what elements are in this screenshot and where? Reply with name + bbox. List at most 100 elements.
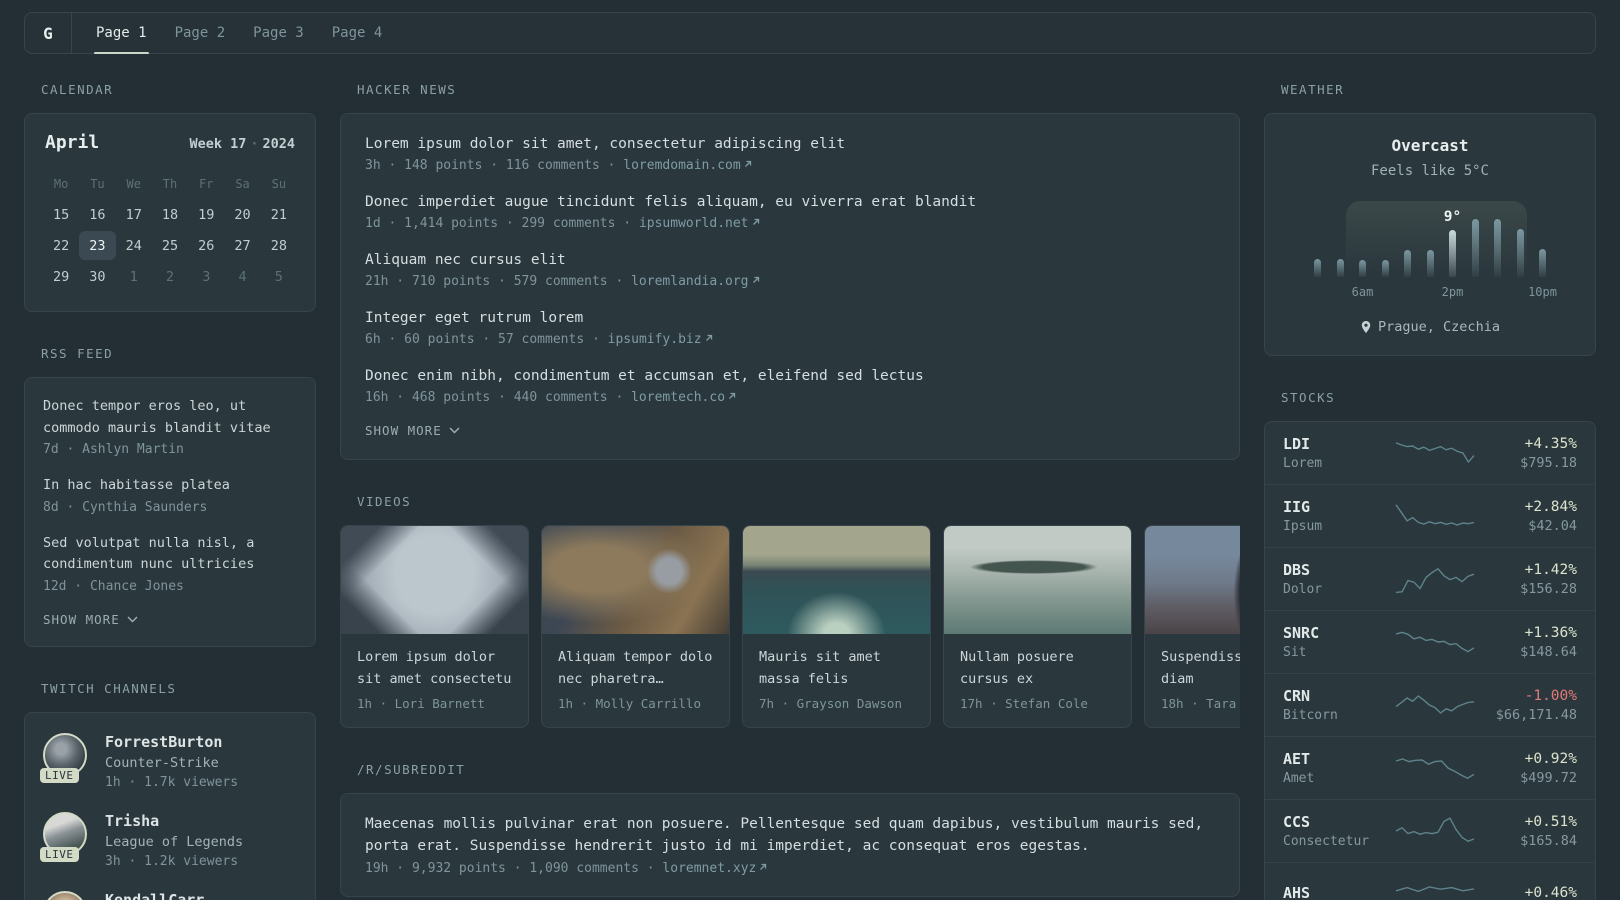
- stock-change: +4.35%: [1524, 435, 1577, 452]
- calendar-day[interactable]: 17: [116, 200, 152, 229]
- calendar-day[interactable]: 16: [79, 200, 115, 229]
- external-link-icon: [752, 276, 759, 284]
- app-logo[interactable]: G: [25, 13, 72, 53]
- calendar-day[interactable]: 2: [152, 262, 188, 291]
- reddit-post-title[interactable]: Maecenas mollis pulvinar erat non posuer…: [365, 814, 1215, 858]
- weather-time-label: 2pm: [1441, 285, 1464, 299]
- stock-symbol[interactable]: SNRC: [1283, 624, 1387, 642]
- hn-item-domain[interactable]: loremdomain.com: [623, 158, 740, 173]
- hn-item-domain[interactable]: ipsumify.biz: [608, 332, 702, 347]
- video-title[interactable]: Suspendissediam: [1161, 647, 1240, 690]
- stock-symbol[interactable]: LDI: [1283, 435, 1387, 453]
- calendar-day[interactable]: 15: [43, 200, 79, 229]
- video-title[interactable]: Aliquam tempor dolor nec pharetra…: [558, 647, 713, 690]
- stock-row: DBS Dolor +1.42% $156.28: [1265, 547, 1595, 610]
- video-thumbnail[interactable]: [743, 526, 930, 635]
- calendar-day[interactable]: 22: [43, 231, 79, 260]
- stock-row: CCS Consectetur +0.51% $165.84: [1265, 799, 1595, 862]
- hn-item-meta: 16h · 468 points · 440 comments · loremt…: [365, 390, 1215, 405]
- calendar-day[interactable]: 21: [261, 200, 297, 229]
- calendar-day[interactable]: 24: [116, 231, 152, 260]
- hn-item-title[interactable]: Integer eget rutrum lorem: [365, 308, 1215, 329]
- right-column: WEATHER Overcast Feels like 5°C 9° 6am 2p…: [1264, 82, 1596, 900]
- twitch-channel: LIVE Trisha League of Legends 3h · 1.2k …: [40, 811, 297, 869]
- calendar-day[interactable]: 27: [224, 231, 260, 260]
- stock-change: +2.84%: [1524, 498, 1577, 515]
- hn-item-title[interactable]: Aliquam nec cursus elit: [365, 250, 1215, 271]
- calendar-card: April Week 17 · 2024 Mo Tu We Th Fr Sa Su 15 16 17 1…: [24, 113, 316, 312]
- tab-page-1[interactable]: Page 1: [82, 13, 161, 54]
- external-link-icon: [760, 863, 767, 870]
- weather-section-title: WEATHER: [1281, 82, 1345, 97]
- stock-symbol[interactable]: DBS: [1283, 561, 1387, 579]
- stock-row: AHS +0.46%: [1265, 862, 1595, 900]
- hn-show-more-button[interactable]: SHOW MORE: [365, 423, 460, 438]
- stock-symbol[interactable]: AET: [1283, 750, 1387, 768]
- calendar-day[interactable]: 4: [224, 262, 260, 291]
- rss-item-title[interactable]: Sed volutpat nulla nisl, a condimentum n…: [43, 533, 297, 576]
- video-thumbnail[interactable]: [1145, 526, 1240, 635]
- calendar-day[interactable]: 29: [43, 262, 79, 291]
- hn-item-title[interactable]: Donec enim nibh, condimentum et accumsan…: [365, 366, 1215, 387]
- weather-feels-like: Feels like 5°C: [1370, 163, 1489, 179]
- calendar-day[interactable]: 5: [261, 262, 297, 291]
- hn-item: Donec enim nibh, condimentum et accumsan…: [365, 366, 1215, 405]
- twitch-section: TWITCH CHANNELS LIVE ForrestBurton Count…: [24, 681, 316, 900]
- video-title[interactable]: Lorem ipsum dolor sit amet consectetu…: [357, 647, 512, 690]
- calendar-day[interactable]: 28: [261, 231, 297, 260]
- twitch-section-title: TWITCH CHANNELS: [41, 680, 177, 696]
- channel-name[interactable]: ForrestBurton: [105, 733, 238, 751]
- tab-page-4[interactable]: Page 4: [318, 13, 397, 53]
- calendar-day[interactable]: 30: [79, 262, 115, 291]
- weather-bar: [1539, 249, 1546, 277]
- stock-symbol[interactable]: CRN: [1283, 687, 1387, 705]
- video-title[interactable]: Nullam posuere cursus ex: [960, 647, 1115, 690]
- calendar-day-selected[interactable]: 23: [79, 231, 116, 260]
- tab-page-2[interactable]: Page 2: [161, 13, 240, 53]
- calendar-day[interactable]: 18: [152, 200, 188, 229]
- rss-item: Donec tempor eros leo, ut commodo mauris…: [43, 396, 297, 457]
- rss-item-title[interactable]: In hac habitasse platea: [43, 475, 297, 497]
- video-thumbnail[interactable]: [542, 526, 729, 635]
- calendar-weekday: Sa: [235, 176, 250, 191]
- calendar-day[interactable]: 3: [188, 262, 224, 291]
- hn-item-domain[interactable]: loremlandia.org: [631, 274, 748, 289]
- stock-symbol[interactable]: AHS: [1283, 884, 1387, 900]
- videos-section: VIDEOS Lorem ipsum dolor sit amet consect…: [340, 494, 1240, 729]
- calendar-day[interactable]: 19: [188, 200, 224, 229]
- calendar-day[interactable]: 26: [188, 231, 224, 260]
- video-card: Nullam posuere cursus ex 17h · Stefan Col…: [943, 525, 1132, 729]
- calendar-day[interactable]: 1: [116, 262, 152, 291]
- video-meta: 7h · Grayson Dawson: [759, 696, 902, 712]
- video-thumbnail[interactable]: [944, 526, 1131, 635]
- channel-name[interactable]: Trisha: [105, 812, 243, 830]
- stock-symbol[interactable]: IIG: [1283, 498, 1387, 516]
- channel-avatar[interactable]: [43, 890, 87, 900]
- dashboard-page: G Page 1 Page 2 Page 3 Page 4 CALENDAR A…: [0, 0, 1620, 900]
- rss-show-more-button[interactable]: SHOW MORE: [43, 612, 138, 627]
- hn-item-title[interactable]: Lorem ipsum dolor sit amet, consectetur …: [365, 134, 1215, 155]
- twitch-channel: LIVE ForrestBurton Counter-Strike 1h · 1…: [40, 732, 297, 790]
- calendar-day[interactable]: 25: [152, 231, 188, 260]
- hn-item-domain[interactable]: loremtech.co: [631, 390, 725, 405]
- weather-bar: [1404, 250, 1411, 277]
- hn-item-domain[interactable]: ipsumworld.net: [639, 216, 749, 231]
- tab-page-3[interactable]: Page 3: [239, 13, 318, 53]
- calendar-weekday: Su: [271, 176, 287, 191]
- rss-item-title[interactable]: Donec tempor eros leo, ut commodo mauris…: [43, 396, 297, 439]
- calendar-day[interactable]: 20: [224, 200, 260, 229]
- channel-name[interactable]: KendallCarr: [105, 891, 204, 900]
- reddit-post-domain[interactable]: loremnet.xyz: [662, 861, 756, 876]
- stock-name: Sit: [1283, 645, 1307, 660]
- stock-sparkline: [1395, 504, 1475, 526]
- weather-hourly-chart: 9°: [1314, 201, 1546, 277]
- hn-item-title[interactable]: Donec imperdiet augue tincidunt felis al…: [365, 192, 1215, 213]
- stock-symbol[interactable]: CCS: [1283, 813, 1387, 831]
- video-thumbnail[interactable]: [341, 526, 528, 635]
- video-title[interactable]: Mauris sit amet massa felis: [759, 647, 914, 690]
- external-link-icon: [752, 218, 759, 225]
- stock-sparkline: [1395, 631, 1475, 653]
- stock-sparkline: [1395, 567, 1475, 594]
- weather-bar: 9°: [1444, 209, 1461, 277]
- hn-item: Aliquam nec cursus elit 21h · 710 points…: [365, 250, 1215, 289]
